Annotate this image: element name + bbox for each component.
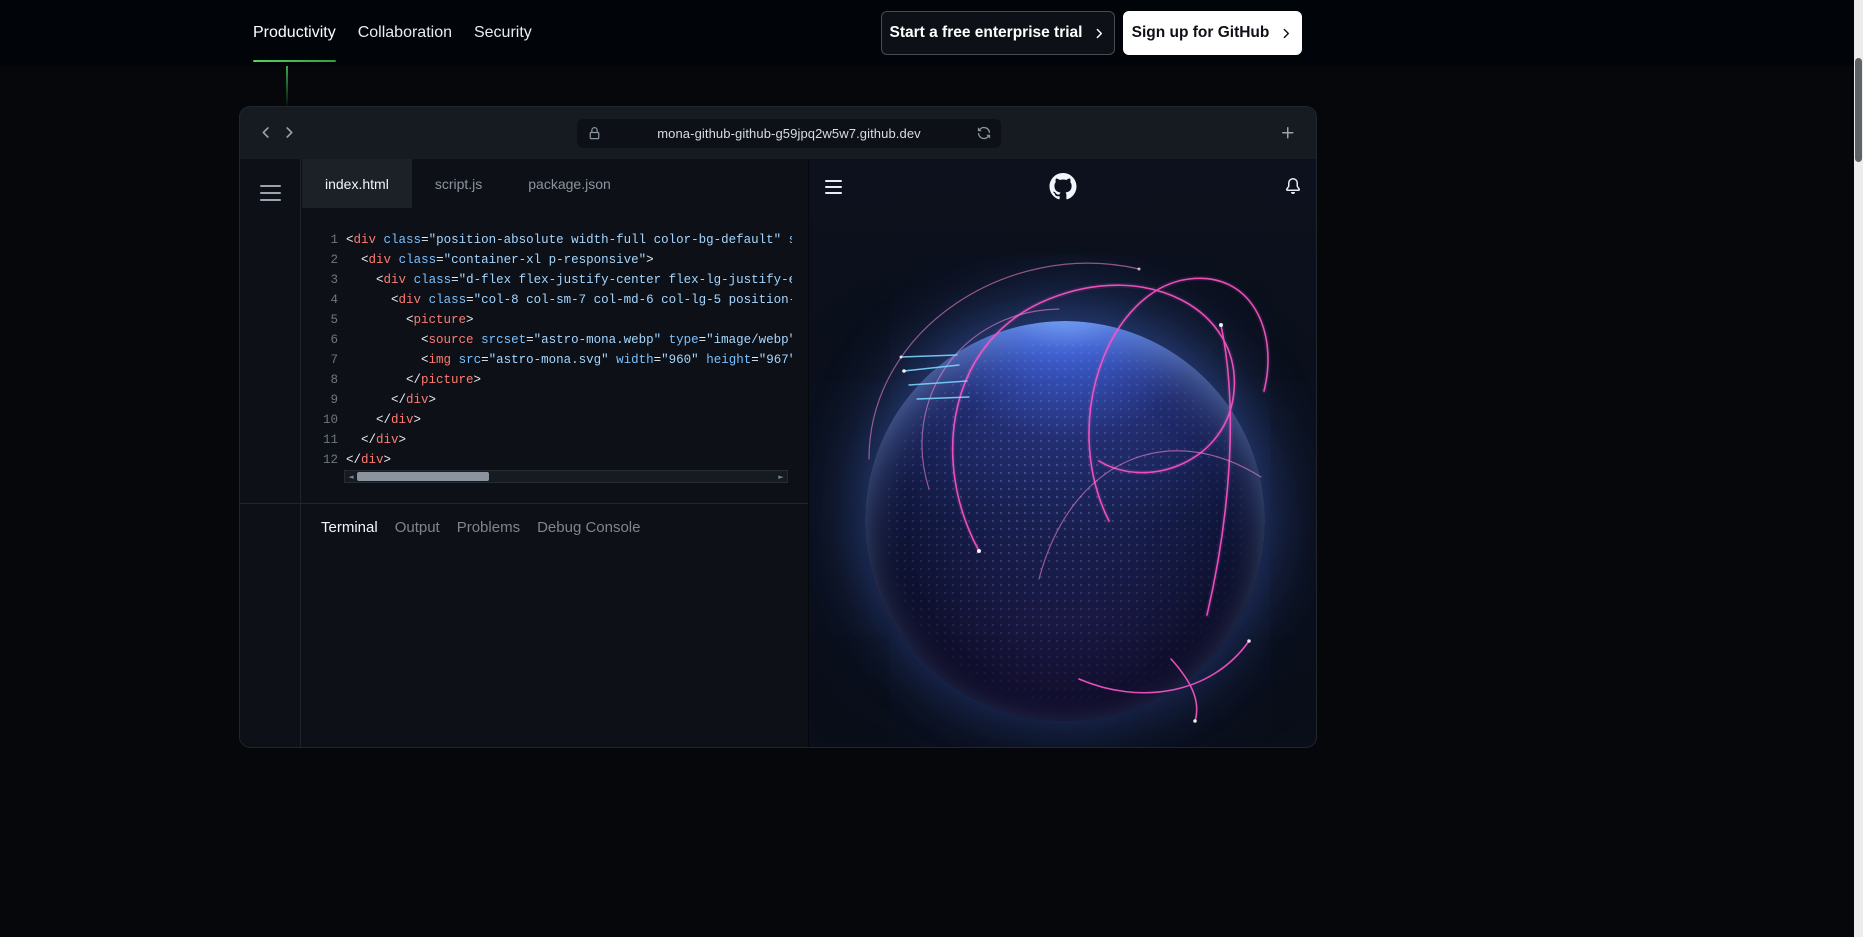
editor-menu-icon[interactable]: [260, 185, 281, 201]
code-line: 7 <img src="astro-mona.svg" width="960" …: [301, 350, 792, 370]
top-navigation: Productivity Collaboration Security Start …: [0, 0, 1855, 66]
file-tabs: index.htmlscript.jspackage.json: [302, 159, 634, 208]
panel-tab-problems[interactable]: Problems: [457, 519, 520, 536]
file-tab-indexhtml[interactable]: index.html: [302, 159, 412, 208]
panel-tabs: Terminal Output Problems Debug Console: [321, 519, 640, 536]
code-text: <div class="col-8 col-sm-7 col-md-6 col-…: [346, 290, 792, 310]
enterprise-trial-button[interactable]: Start a free enterprise trial: [881, 11, 1115, 55]
active-tab-beam: [286, 62, 288, 108]
code-text: <div class="container-xl p-responsive">: [346, 250, 654, 270]
code-text: <source srcset="astro-mona.webp" type="i…: [346, 330, 792, 350]
address-bar[interactable]: mona-github-github-g59jpq2w5w7.github.de…: [577, 119, 1001, 148]
window-content: index.htmlscript.jspackage.json 1 <div cl…: [240, 159, 1316, 747]
signup-label: Sign up for GitHub: [1132, 24, 1270, 42]
code-line: 9 </div>: [301, 390, 792, 410]
chevron-right-icon: [1091, 26, 1106, 41]
codespace-window: mona-github-github-g59jpq2w5w7.github.de…: [240, 107, 1316, 747]
scrollbar-thumb[interactable]: [357, 472, 489, 481]
code-line: 6 <source srcset="astro-mona.webp" type=…: [301, 330, 792, 350]
enterprise-trial-label: Start a free enterprise trial: [890, 24, 1083, 42]
line-number: 5: [301, 310, 338, 330]
code-line: 3 <div class="d-flex flex-justify-center…: [301, 270, 792, 290]
panel-tab-output[interactable]: Output: [395, 519, 440, 536]
panel-tab-terminal[interactable]: Terminal: [321, 519, 378, 536]
chevron-right-icon: [1278, 26, 1293, 41]
line-number: 9: [301, 390, 338, 410]
page-scrollbar-thumb[interactable]: [1855, 58, 1862, 162]
panel-tab-debug-console[interactable]: Debug Console: [537, 519, 640, 536]
page: Productivity Collaboration Security Start …: [0, 0, 1863, 937]
code-line: 5 <picture>: [301, 310, 792, 330]
file-tab-packagejson[interactable]: package.json: [505, 159, 634, 208]
code-text: <div class="position-absolute width-full…: [346, 230, 792, 250]
preview-pane: [808, 159, 1316, 747]
editor-rail: [240, 159, 301, 747]
code-line: 8 </picture>: [301, 370, 792, 390]
line-number: 1: [301, 230, 338, 250]
code-text: <div class="d-flex flex-justify-center f…: [346, 270, 792, 290]
back-icon[interactable]: [257, 124, 274, 141]
new-tab-icon[interactable]: [1280, 125, 1296, 141]
line-number: 7: [301, 350, 338, 370]
line-number: 10: [301, 410, 338, 430]
line-number: 2: [301, 250, 338, 270]
file-tab-scriptjs[interactable]: script.js: [412, 159, 505, 208]
editor-horizontal-scrollbar[interactable]: ◄ ►: [344, 470, 788, 483]
bell-icon[interactable]: [1285, 178, 1301, 194]
code-line: 4 <div class="col-8 col-sm-7 col-md-6 co…: [301, 290, 792, 310]
browser-chrome: mona-github-github-g59jpq2w5w7.github.de…: [240, 107, 1316, 159]
code-line: 11 </div>: [301, 430, 792, 450]
line-number: 3: [301, 270, 338, 290]
code-text: <picture>: [346, 310, 474, 330]
nav-tab-security[interactable]: Security: [474, 0, 532, 66]
nav-tab-productivity[interactable]: Productivity: [253, 0, 336, 66]
globe-visualization: [865, 321, 1265, 721]
scroll-right-arrow-icon[interactable]: ►: [775, 471, 787, 482]
code-text: </div>: [346, 430, 406, 450]
url-text: mona-github-github-g59jpq2w5w7.github.de…: [657, 126, 921, 141]
code-text: </div>: [346, 390, 436, 410]
github-logo-icon: [1049, 173, 1076, 200]
nav-tabs: Productivity Collaboration Security: [253, 0, 532, 66]
code-line: 12 </div>: [301, 450, 792, 470]
refresh-icon[interactable]: [977, 126, 991, 140]
code-text: </div>: [346, 410, 421, 430]
code-lines[interactable]: 1 <div class="position-absolute width-ful…: [301, 230, 792, 470]
panel-divider: [240, 503, 808, 504]
code-text: </picture>: [346, 370, 481, 390]
code-line: 2 <div class="container-xl p-responsive"…: [301, 250, 792, 270]
signup-button[interactable]: Sign up for GitHub: [1123, 11, 1302, 55]
line-number: 8: [301, 370, 338, 390]
line-number: 6: [301, 330, 338, 350]
scroll-left-arrow-icon[interactable]: ◄: [345, 471, 357, 482]
editor-pane: index.htmlscript.jspackage.json 1 <div cl…: [240, 159, 808, 747]
scrollbar-track[interactable]: [357, 471, 775, 482]
nav-tab-collaboration[interactable]: Collaboration: [358, 0, 452, 66]
line-number: 11: [301, 430, 338, 450]
code-line: 10 </div>: [301, 410, 792, 430]
page-scrollbar[interactable]: [1854, 0, 1863, 937]
lock-icon: [588, 127, 601, 140]
code-line: 1 <div class="position-absolute width-ful…: [301, 230, 792, 250]
preview-menu-icon[interactable]: [825, 180, 842, 194]
forward-icon[interactable]: [280, 124, 297, 141]
code-text: <img src="astro-mona.svg" width="960" he…: [346, 350, 792, 370]
line-number: 4: [301, 290, 338, 310]
code-text: </div>: [346, 450, 391, 470]
line-number: 12: [301, 450, 338, 470]
